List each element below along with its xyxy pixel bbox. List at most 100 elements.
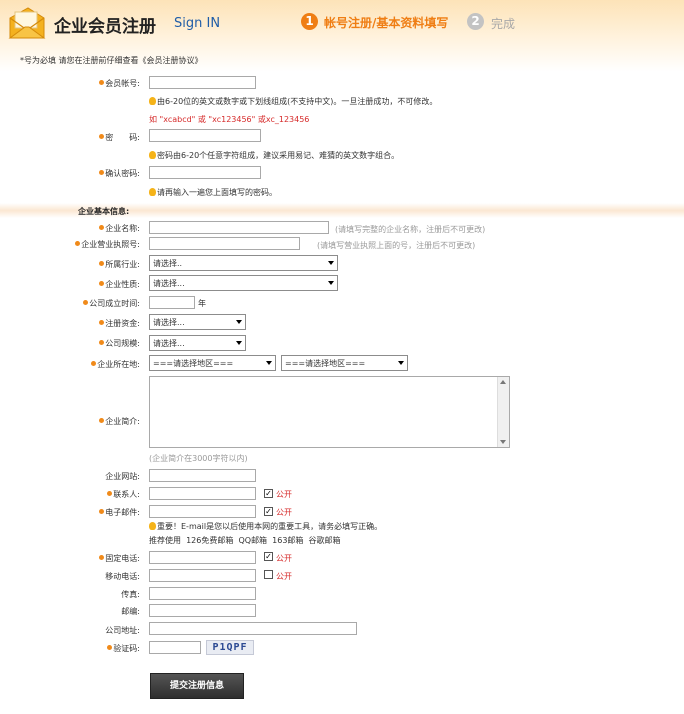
website-input[interactable] [149, 469, 256, 482]
required-dot-icon [75, 241, 81, 246]
chevron-down-icon [266, 361, 272, 365]
submit-button[interactable]: 提交注册信息 [150, 673, 244, 699]
step2-label: 完成 [491, 17, 516, 31]
chevron-down-icon [328, 281, 334, 285]
address-label: 公司地址: [105, 626, 140, 635]
license-hint: (请填写营业执照上面的号，注册后不可更改) [317, 241, 476, 250]
intro-hint: (企业简介在3000字符以内) [149, 454, 248, 463]
captcha-image[interactable]: P1QPF [206, 640, 254, 655]
required-dot-icon [107, 645, 113, 650]
required-note[interactable]: *号为必填 请您在注册前仔细查看《会员注册协议》 [20, 55, 203, 66]
founded-year-input[interactable] [149, 296, 195, 309]
mobile-input[interactable] [149, 569, 256, 582]
email-recommend: 推荐使用 126免费邮箱 QQ邮箱 163邮箱 谷歌邮箱 [149, 535, 341, 546]
location-label: 企业所在地: [0, 359, 140, 370]
lightbulb-icon [149, 188, 156, 196]
page-title: 企业会员注册 [54, 17, 156, 37]
textarea-scrollbar[interactable] [497, 377, 509, 447]
founded-label: 公司成立时间: [0, 298, 140, 309]
username-label: 会员帐号: [0, 78, 140, 89]
page-subtitle: Sign IN [174, 16, 221, 31]
required-dot-icon [99, 134, 105, 139]
required-dot-icon [83, 300, 89, 305]
company-section-label: 企业基本信息: [78, 207, 130, 216]
chevron-down-icon [236, 341, 242, 345]
fax-label: 传真: [121, 590, 140, 599]
email-input[interactable] [149, 505, 256, 518]
mobile-public-checkbox[interactable] [264, 570, 273, 579]
address-input[interactable] [149, 622, 357, 635]
chevron-down-icon [236, 320, 242, 324]
required-dot-icon [99, 281, 105, 286]
mobile-public-label: 公开 [276, 572, 292, 581]
person-public-checkbox[interactable]: ✓ [264, 489, 273, 498]
confirm-password-hint: 请再输入一遍您上面填写的密码。 [149, 187, 277, 198]
email-link-qq[interactable]: QQ邮箱 [238, 536, 267, 545]
username-input[interactable] [149, 76, 256, 89]
username-hint: 由6-20位的英文或数字或下划线组成(不支持中文)。一旦注册成功，不可修改。 [149, 96, 437, 107]
chevron-down-icon [398, 361, 404, 365]
person-public-label: 公开 [276, 490, 292, 499]
required-dot-icon [99, 418, 105, 423]
password-label: 密 码: [0, 132, 140, 143]
phone-public-label: 公开 [276, 554, 292, 563]
confirm-password-label: 确认密码: [0, 168, 140, 179]
lightbulb-icon [149, 97, 156, 105]
nature-select[interactable]: 请选择... [149, 275, 338, 291]
contact-person-input[interactable] [149, 487, 256, 500]
contact-person-label: 联系人: [0, 489, 140, 500]
email-link-163[interactable]: 163邮箱 [272, 536, 303, 545]
industry-label: 所属行业: [0, 259, 140, 270]
required-dot-icon [99, 170, 105, 175]
captcha-input[interactable] [149, 641, 201, 654]
zip-input[interactable] [149, 604, 256, 617]
capital-select[interactable]: 请选择... [149, 314, 246, 330]
password-input[interactable] [149, 129, 261, 142]
license-label: 企业营业执照号: [0, 239, 140, 250]
lightbulb-icon [149, 522, 156, 530]
envelope-logo-icon [6, 4, 46, 40]
required-dot-icon [99, 555, 105, 560]
required-dot-icon [91, 361, 97, 366]
email-public-label: 公开 [276, 508, 292, 517]
phone-label: 固定电话: [0, 553, 140, 564]
industry-select[interactable]: 请选择.. [149, 255, 338, 271]
password-hint: 密码由6-20个任意字符组成，建议采用易记、难猜的英文数字组合。 [149, 150, 399, 161]
zip-label: 邮编: [121, 607, 140, 616]
step1-label: 帐号注册/基本资料填写 [324, 16, 449, 30]
intro-textarea[interactable] [149, 376, 510, 448]
email-label: 电子邮件: [0, 507, 140, 518]
fax-input[interactable] [149, 587, 256, 600]
capital-label: 注册资金: [0, 318, 140, 329]
required-dot-icon [99, 261, 105, 266]
company-name-input[interactable] [149, 221, 329, 234]
scale-select[interactable]: 请选择... [149, 335, 246, 351]
username-example: 如 "xcabcd" 或 "xc123456" 或xc_123456 [149, 115, 310, 124]
license-input[interactable] [149, 237, 300, 250]
nature-label: 企业性质: [0, 279, 140, 290]
confirm-password-input[interactable] [149, 166, 261, 179]
required-dot-icon [99, 80, 105, 85]
captcha-label: 验证码: [0, 643, 140, 654]
email-link-126[interactable]: 126免费邮箱 [186, 536, 233, 545]
city-select[interactable]: ===请选择地区=== [281, 355, 408, 371]
email-recommend-label: 推荐使用 [149, 536, 181, 545]
required-dot-icon [99, 320, 105, 325]
email-link-google[interactable]: 谷歌邮箱 [309, 536, 341, 545]
email-hint: 重要！E-mail是您以后使用本网的重要工具，请务必填写正确。 [149, 521, 382, 532]
required-dot-icon [99, 509, 105, 514]
required-dot-icon [99, 225, 105, 230]
chevron-down-icon [328, 261, 334, 265]
province-select[interactable]: ===请选择地区=== [149, 355, 276, 371]
email-public-checkbox[interactable]: ✓ [264, 507, 273, 516]
required-dot-icon [99, 340, 105, 345]
scroll-down-icon[interactable] [500, 440, 506, 444]
lightbulb-icon [149, 151, 156, 159]
phone-input[interactable] [149, 551, 256, 564]
scroll-up-icon[interactable] [500, 380, 506, 384]
company-name-hint: (请填写完整的企业名称，注册后不可更改) [335, 225, 486, 234]
scale-label: 公司规模: [0, 338, 140, 349]
required-dot-icon [107, 491, 113, 496]
mobile-label: 移动电话: [105, 572, 140, 581]
phone-public-checkbox[interactable]: ✓ [264, 552, 273, 561]
